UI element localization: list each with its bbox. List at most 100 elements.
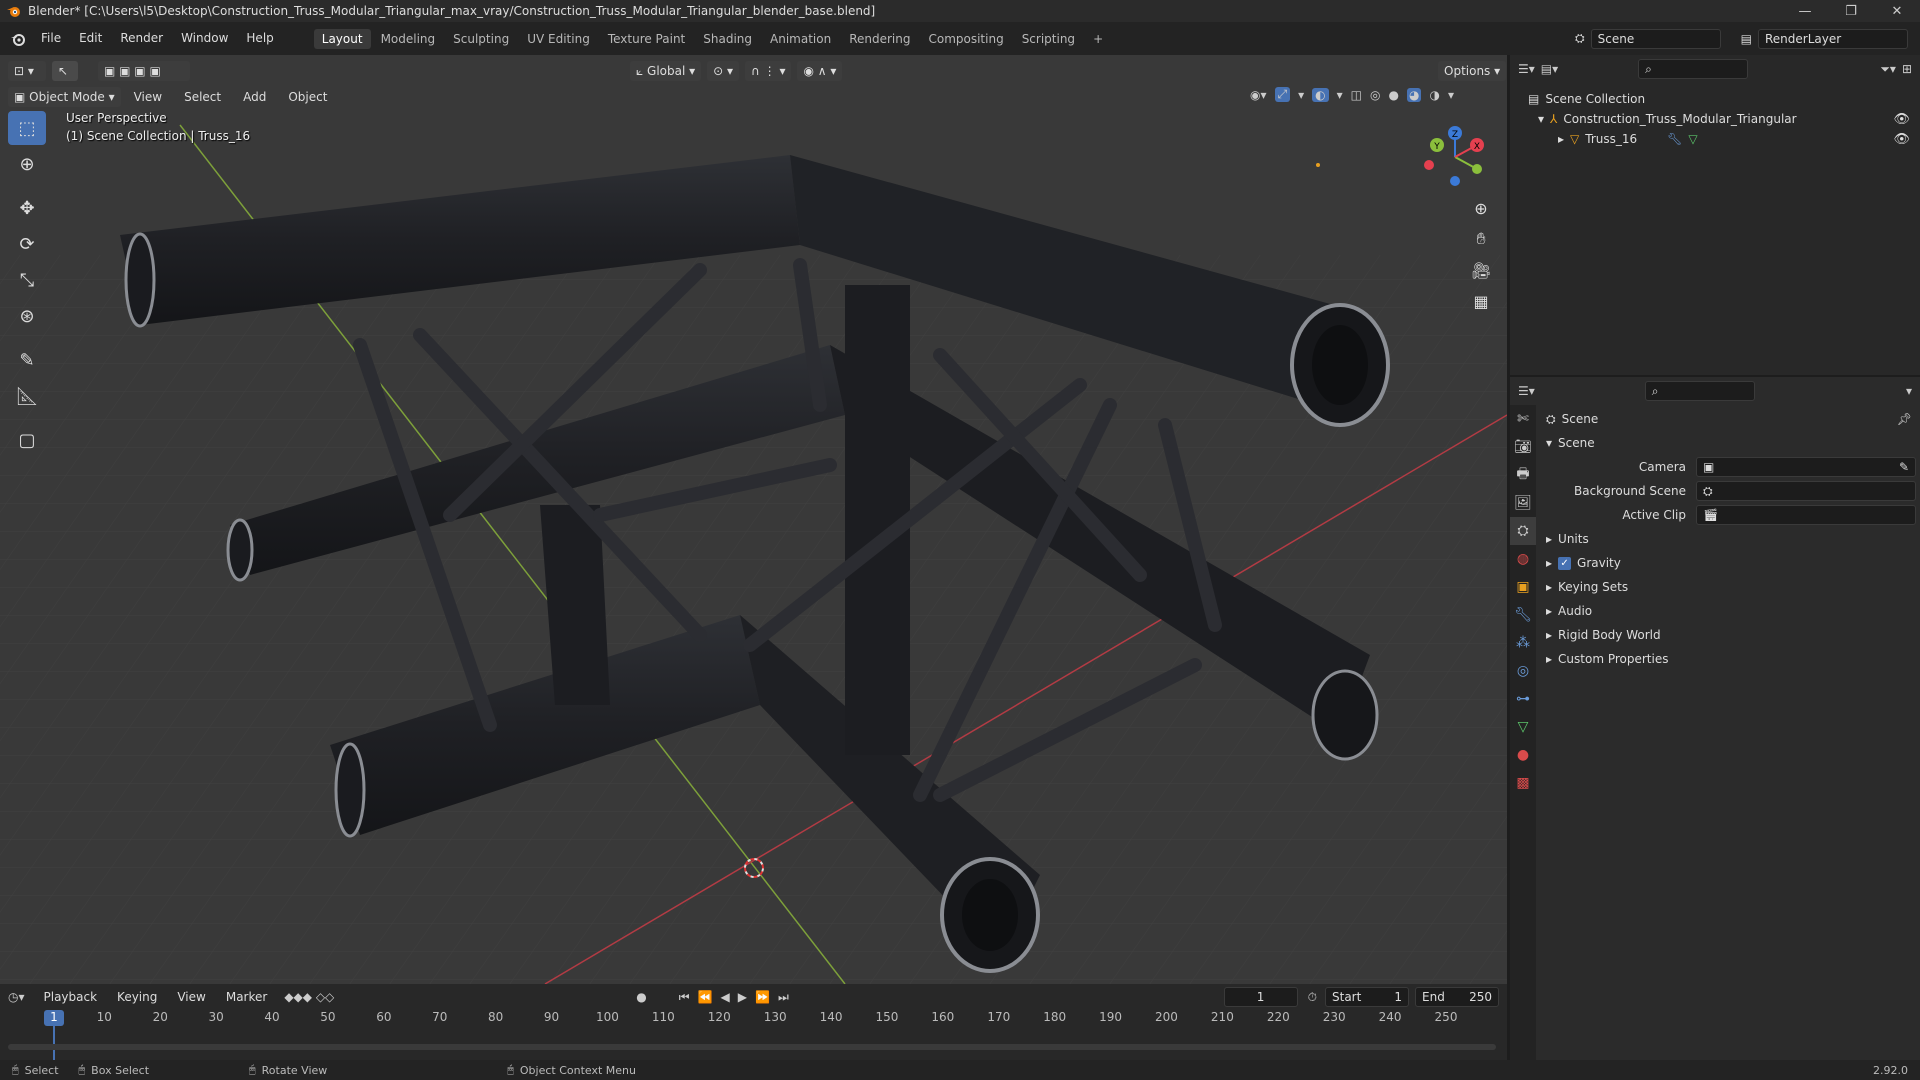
- audio-panel-header[interactable]: ▸ Audio: [1546, 599, 1916, 623]
- move-tool[interactable]: ✥: [8, 191, 46, 225]
- jump-end-icon[interactable]: ⏭: [778, 990, 789, 1005]
- keying-sets-panel-header[interactable]: ▸ Keying Sets: [1546, 575, 1916, 599]
- tab-rendering[interactable]: Rendering: [841, 29, 918, 49]
- prev-keyframe-icon[interactable]: ⏪: [698, 990, 713, 1004]
- tab-texture[interactable]: ▩: [1510, 769, 1536, 797]
- viewport-menu-add[interactable]: Add: [234, 87, 275, 107]
- tab-render[interactable]: 📷︎: [1510, 433, 1536, 461]
- keyframe-icons[interactable]: ◆◆◆ ◇◇: [284, 990, 334, 1004]
- outliner-search[interactable]: ⌕: [1638, 59, 1749, 79]
- timeline-menu-playback[interactable]: Playback: [35, 987, 107, 1007]
- background-scene-field[interactable]: ⛭: [1696, 481, 1916, 501]
- clock-icon[interactable]: ⏱: [1308, 990, 1317, 1005]
- viewport-menu-view[interactable]: View: [125, 87, 171, 107]
- play-icon[interactable]: ▶: [738, 990, 747, 1004]
- measure-tool[interactable]: 📐︎: [8, 379, 46, 413]
- menu-help[interactable]: Help: [237, 22, 282, 55]
- scene-panel-header[interactable]: ▾ Scene: [1546, 431, 1916, 455]
- scene-selector[interactable]: Scene: [1590, 28, 1721, 49]
- chevron-down-icon[interactable]: ▾: [1906, 384, 1912, 398]
- blender-menu-icon[interactable]: [10, 32, 26, 46]
- proportional-edit-toggle[interactable]: ◉ ∧ ▾: [797, 61, 843, 81]
- tree-row-collection[interactable]: ▾ ⅄ Construction_Truss_Modular_Triangula…: [1528, 109, 1920, 129]
- close-window-button[interactable]: ✕: [1874, 0, 1920, 22]
- tree-row-scene-collection[interactable]: ▤ Scene Collection: [1528, 89, 1920, 109]
- xray-toggle-icon[interactable]: ◫: [1351, 88, 1362, 102]
- material-shading-icon[interactable]: ◕: [1406, 87, 1422, 102]
- editor-type-button[interactable]: ⊡ ▾: [8, 61, 46, 81]
- add-workspace-button[interactable]: +: [1085, 29, 1111, 49]
- menu-render[interactable]: Render: [111, 22, 172, 55]
- tab-scene[interactable]: ⛭: [1510, 517, 1536, 545]
- gravity-panel-header[interactable]: ▸ ✓ Gravity: [1546, 551, 1916, 575]
- tab-constraints[interactable]: ⊶: [1510, 685, 1536, 713]
- current-frame-field[interactable]: 1: [1223, 987, 1298, 1007]
- active-clip-field[interactable]: 🎬︎: [1696, 505, 1916, 525]
- tab-data[interactable]: ▽: [1510, 713, 1536, 741]
- expand-arrow-icon[interactable]: ▸: [1558, 132, 1564, 146]
- tab-particles[interactable]: ⁂: [1510, 629, 1536, 657]
- viewport-menu-object[interactable]: Object: [279, 87, 336, 107]
- selection-modes[interactable]: ▣ ▣ ▣ ▣: [98, 61, 190, 81]
- tab-modifiers[interactable]: 🔧︎: [1510, 601, 1536, 629]
- custom-properties-panel-header[interactable]: ▸ Custom Properties: [1546, 647, 1916, 671]
- eye-icon[interactable]: 👁︎: [1893, 132, 1910, 147]
- camera-field[interactable]: ▣ ✎: [1696, 457, 1916, 477]
- rotate-tool[interactable]: ⟳: [8, 227, 46, 261]
- tab-shading[interactable]: Shading: [695, 29, 760, 49]
- options-dropdown[interactable]: Options ▾: [1438, 61, 1507, 81]
- menu-window[interactable]: Window: [172, 22, 237, 55]
- filter-icon[interactable]: ⏷▾: [1880, 62, 1896, 77]
- timeline-menu-marker[interactable]: Marker: [217, 987, 276, 1007]
- 3d-viewport[interactable]: ⊡ ▾ ↖ ▣ ▣ ▣ ▣ ⟀ Global ▾ ⊙ ▾ ∩ ⋮ ▾ ◉ ∧ ▾…: [0, 55, 1507, 984]
- pin-icon[interactable]: 📌︎: [1897, 412, 1912, 426]
- navigation-gizmo[interactable]: Z X Y: [1415, 117, 1495, 197]
- eye-icon[interactable]: 👁︎: [1893, 112, 1910, 127]
- annotate-tool[interactable]: ✎: [8, 343, 46, 377]
- wireframe-shading-icon[interactable]: ◎: [1370, 88, 1380, 102]
- gravity-checkbox[interactable]: ✓: [1558, 556, 1572, 570]
- expand-arrow-icon[interactable]: ▾: [1538, 112, 1544, 126]
- tab-scripting[interactable]: Scripting: [1014, 29, 1083, 49]
- tab-tool[interactable]: ✄: [1510, 405, 1536, 433]
- gizmo-toggle-icon[interactable]: ⤢: [1274, 87, 1291, 102]
- tab-texture-paint[interactable]: Texture Paint: [600, 29, 693, 49]
- tab-view-layer[interactable]: 🖼︎: [1510, 489, 1536, 517]
- timeline-editor-icon[interactable]: ◷▾: [8, 990, 25, 1004]
- cursor-tool[interactable]: ⊕: [8, 147, 46, 181]
- tab-sculpting[interactable]: Sculpting: [445, 29, 517, 49]
- rigid-body-panel-header[interactable]: ▸ Rigid Body World: [1546, 623, 1916, 647]
- tab-output[interactable]: 🖶︎: [1510, 461, 1536, 489]
- tab-modeling[interactable]: Modeling: [373, 29, 444, 49]
- timeline-scrollbar[interactable]: [8, 1044, 1496, 1050]
- tab-uv-editing[interactable]: UV Editing: [519, 29, 598, 49]
- snap-toggle[interactable]: ∩ ⋮ ▾: [745, 61, 792, 81]
- pivot-point-dropdown[interactable]: ⊙ ▾: [707, 61, 740, 81]
- tab-material[interactable]: ●: [1510, 741, 1536, 769]
- restore-button[interactable]: ❐: [1828, 0, 1874, 22]
- timeline-ruler[interactable]: 1 10 20 30 40 50 60 70 80 90 100 110 120 130 140 150 160…: [0, 1010, 1507, 1060]
- eyedropper-icon[interactable]: ✎: [1899, 460, 1909, 474]
- tab-physics[interactable]: ◎: [1510, 657, 1536, 685]
- transform-orientation-dropdown[interactable]: ⟀ Global ▾: [630, 61, 702, 81]
- record-button[interactable]: ●: [636, 990, 646, 1004]
- next-keyframe-icon[interactable]: ⏩: [755, 990, 770, 1004]
- transform-tool[interactable]: ⊛: [8, 299, 46, 333]
- properties-editor-icon[interactable]: ☰▾: [1518, 384, 1535, 398]
- pan-button[interactable]: ✋︎: [1468, 226, 1494, 252]
- visibility-icon[interactable]: ◉▾: [1250, 88, 1267, 102]
- zoom-button[interactable]: ⊕: [1468, 195, 1494, 221]
- menu-edit[interactable]: Edit: [70, 22, 111, 55]
- play-reverse-icon[interactable]: ◀: [721, 990, 730, 1004]
- tab-compositing[interactable]: Compositing: [920, 29, 1011, 49]
- end-frame-field[interactable]: End 250: [1415, 987, 1499, 1007]
- minimize-button[interactable]: —: [1782, 0, 1828, 22]
- display-mode-icon[interactable]: ▤▾: [1541, 62, 1558, 76]
- select-box-tool[interactable]: ⬚: [8, 111, 46, 145]
- select-mode-button[interactable]: ↖: [52, 61, 78, 81]
- overlay-toggle-icon[interactable]: ◐: [1312, 87, 1329, 102]
- properties-search[interactable]: ⌕: [1644, 381, 1755, 401]
- menu-file[interactable]: File: [32, 22, 70, 55]
- tab-animation[interactable]: Animation: [762, 29, 839, 49]
- viewport-menu-select[interactable]: Select: [175, 87, 230, 107]
